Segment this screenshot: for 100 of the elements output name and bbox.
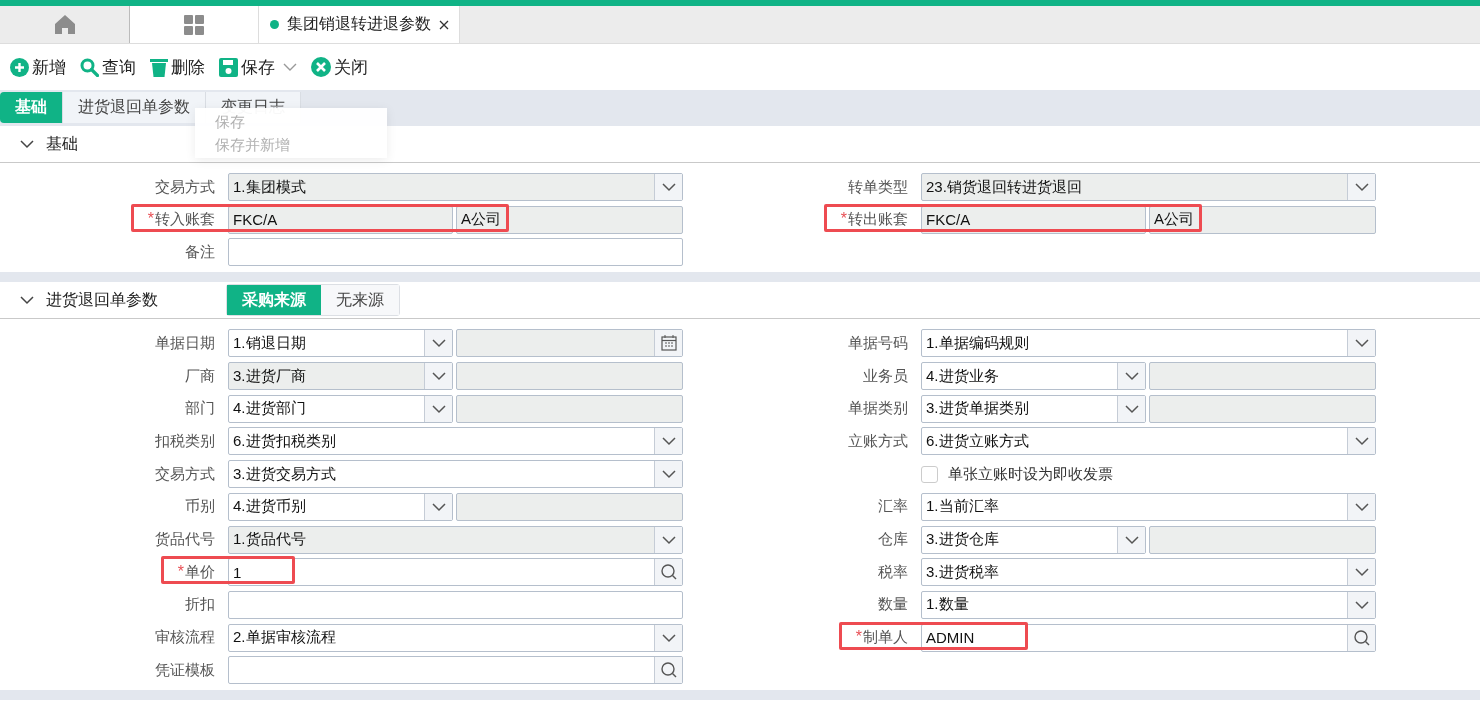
field-label: *转入账套 [147,210,215,230]
field-label: 单据日期 [155,333,215,353]
chevron-down-icon [661,534,676,545]
dropdown-button[interactable] [1347,493,1375,520]
field-label: 转单类型 [848,177,908,197]
dropdown-field[interactable]: 1.数量 [921,590,1376,619]
dropdown-button[interactable] [1347,330,1375,357]
field-label: 汇率 [878,497,908,517]
dropdown-button[interactable] [1117,363,1145,390]
chevron-down-icon [20,139,34,149]
dropdown-button[interactable] [1347,559,1375,586]
checkbox-label: 单张立账时设为即收发票 [948,464,1113,484]
dropdown-field[interactable]: 2.单据审核流程 [228,623,683,652]
chevron-down-icon [431,371,446,382]
page-tab[interactable] [130,6,258,43]
dropdown-field[interactable]: 6.进货扣税类别 [228,427,683,456]
chevron-down-icon [1354,182,1369,192]
caret-icon [283,62,297,72]
chevron-down-icon [1354,436,1369,447]
field-label: *转出账套 [840,210,908,230]
field-label: 审核流程 [155,628,215,648]
dropdown-button[interactable] [1117,526,1145,553]
dropdown-field[interactable]: 1.当前汇率 [921,492,1376,521]
readonly-field: A公司 [1149,205,1376,234]
field-label: 扣税类别 [155,431,215,451]
home-icon [54,15,75,34]
field-label: *单价 [177,562,215,582]
page-tab[interactable]: 集团销退转进退参数 [258,6,460,43]
toolbar-button[interactable]: 关闭 [307,53,372,81]
toolbar-button[interactable]: 查询 [76,53,140,81]
dropdown-button[interactable] [424,395,452,422]
dropdown-field[interactable]: 4.进货币别 [228,492,453,521]
field-label: 立账方式 [848,431,908,451]
chevron-down-icon [1354,567,1369,578]
dropdown-field[interactable]: 1.销退日期 [228,329,453,358]
search-button[interactable] [1347,624,1375,651]
dropdown-field[interactable]: 4.进货部门 [228,394,453,423]
field-label: 仓库 [878,530,908,549]
input-field[interactable] [456,362,683,391]
chevron-down-icon [1124,534,1139,545]
dropdown-button[interactable] [1347,428,1375,455]
search-button[interactable] [654,559,682,586]
field-label: 备注 [185,242,215,262]
dropdown-button[interactable] [654,428,682,455]
field-label: 折扣 [185,595,215,615]
dropdown-field[interactable]: 6.进货立账方式 [921,427,1376,456]
toolbar-button[interactable]: 保存 [215,53,279,81]
search-icon [1353,629,1370,646]
field-label: 交易方式 [155,177,215,197]
dropdown-button[interactable] [654,461,682,488]
input-field[interactable] [1149,362,1376,391]
field-label: *制单人 [855,628,908,648]
input-field[interactable] [456,394,683,423]
dropdown-field[interactable]: 3.进货税率 [921,558,1376,587]
field-label: 单据号码 [848,333,908,353]
search-icon [660,564,677,581]
dropdown-button[interactable] [1117,395,1145,422]
input-field[interactable] [1149,525,1376,554]
dropdown-field[interactable]: 3.进货仓库 [921,525,1146,554]
chevron-down-icon [1354,501,1369,512]
input-field[interactable] [456,492,683,521]
chevron-down-icon [431,501,446,512]
grid-icon [184,14,204,35]
dropdown-field[interactable]: 3.进货单据类别 [921,394,1146,423]
lookup-field[interactable] [228,656,683,685]
field-label: 税率 [878,562,908,582]
close-icon[interactable] [438,19,449,30]
input-field[interactable] [1149,394,1376,423]
input-field[interactable] [456,329,683,358]
dropdown-field[interactable]: 3.进货交易方式 [228,460,683,489]
field-label: 业务员 [863,366,908,386]
chevron-down-icon [431,338,446,349]
field-label: 交易方式 [155,464,215,484]
dropdown-field[interactable]: 1.单据编码规则 [921,329,1376,358]
readonly-field: A公司 [456,205,683,234]
search-button[interactable] [654,657,682,684]
lookup-field[interactable]: 1 [228,558,683,587]
chevron-down-icon [661,632,676,643]
toolbar-button[interactable]: 新增 [6,53,70,81]
dropdown-button[interactable] [1347,591,1375,618]
collapse-toggle[interactable] [20,139,34,149]
trash-icon [150,57,168,77]
segment-button[interactable]: 无来源 [321,285,399,316]
collapse-toggle[interactable] [20,295,34,306]
section-tab[interactable]: 进货退回单参数 [63,92,206,123]
chevron-down-icon [661,436,676,447]
dropdown-field[interactable]: 4.进货业务 [921,362,1146,391]
chevron-down-icon [1354,599,1369,610]
chevron-down-icon [1124,403,1139,414]
checkbox[interactable] [921,465,938,483]
dropdown-button[interactable] [654,624,682,651]
dropdown-button[interactable] [424,493,452,520]
search-icon [80,57,99,77]
field-label: 币别 [185,497,215,517]
plus-circle-icon [10,57,29,77]
calendar-button[interactable] [654,330,682,357]
toolbar-button[interactable]: 删除 [146,53,209,81]
search-icon [660,662,677,679]
dropdown-button[interactable] [424,330,452,357]
chevron-down-icon [661,469,676,480]
